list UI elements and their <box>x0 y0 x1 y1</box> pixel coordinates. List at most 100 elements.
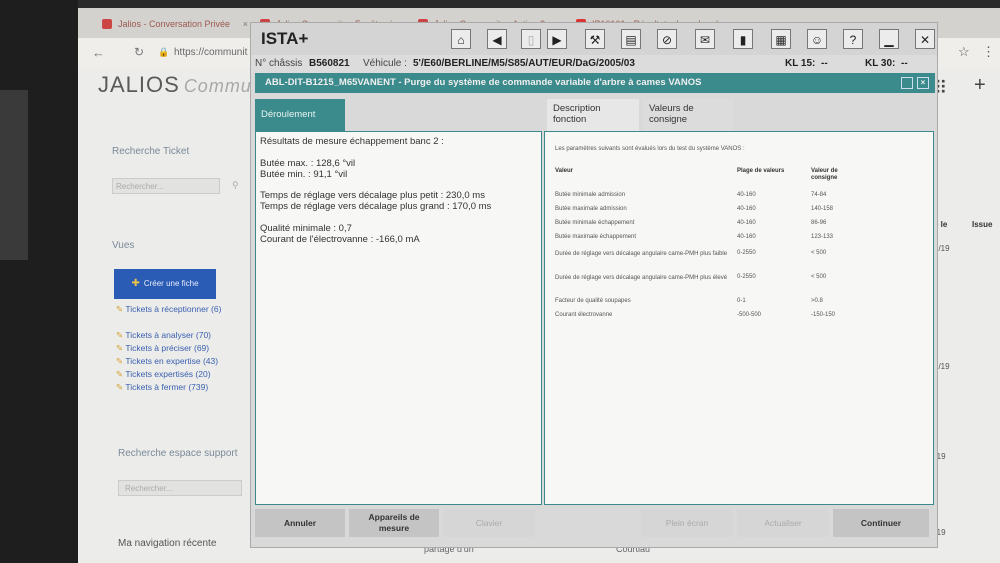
ticket-link[interactable]: ✎ Tickets à fermer (739) <box>116 382 208 393</box>
jalios-favicon-icon <box>102 19 112 29</box>
add-icon[interactable]: + <box>974 74 986 97</box>
workshop-tools-icon[interactable]: ▦ <box>771 29 791 49</box>
table-row: Butée maximale échappement 40-160 123-13… <box>555 234 925 248</box>
minimize-icon[interactable]: ▁ <box>879 29 899 49</box>
ticket-link[interactable]: ✎ Tickets à réceptionner (6) <box>116 304 221 315</box>
lock-icon: 🔒 <box>158 47 170 57</box>
procedure-title: ABL-DIT-B1215_M65VANENT - Purge du systè… <box>265 77 702 88</box>
background-window <box>0 90 28 260</box>
wrench-icon[interactable]: ⚒ <box>585 29 605 49</box>
recent-nav-title: Ma navigation récente <box>118 538 217 549</box>
bookmark-star-icon[interactable]: ☆ <box>958 44 970 60</box>
create-fiche-button[interactable]: ✚ Créer une fiche <box>114 269 216 299</box>
vues-title: Vues <box>112 240 135 251</box>
help-icon[interactable]: ? <box>843 29 863 49</box>
values-header: Plage de valeurs <box>737 168 785 174</box>
values-header: Valeur de consigne <box>811 168 838 181</box>
keyboard-button[interactable]: Clavier <box>443 509 535 537</box>
table-row: Butée minimale admission 40-160 74-84 <box>555 192 925 206</box>
result-line: Courant de l'électrovanne : -166,0 mA <box>260 234 420 245</box>
ista-window: ISTA+ ⌂ ◀ ▯ ▶ ⚒ ▤ ⊘ ✉ ▮ ▦ ☺ ? ▁ ✕ N° châ… <box>250 22 938 548</box>
measuring-devices-button[interactable]: Appareils de mesure <box>349 509 439 537</box>
kl30-label: KL 30: <box>865 58 896 69</box>
value-range: 40-160 <box>737 220 756 226</box>
battery-icon[interactable]: ▮ <box>733 29 753 49</box>
value-setpoint: 123-133 <box>811 234 834 240</box>
table-row: Butée maximale admission 40-160 140-158 <box>555 206 925 220</box>
tab-description[interactable]: Description fonction <box>547 99 639 131</box>
result-line: Temps de réglage vers décalage plus gran… <box>260 201 492 212</box>
tab-valeurs-consigne[interactable]: Valeurs de consigne <box>643 99 733 131</box>
search-icon[interactable]: ⚲ <box>232 180 239 191</box>
reload-icon[interactable]: ↻ <box>134 45 144 59</box>
back-icon[interactable]: ← <box>92 45 105 60</box>
vehicle-value: 5'/E60/BERLINE/M5/S85/AUT/EUR/DaG/2005/0… <box>413 58 635 69</box>
value-range: 40-160 <box>737 234 756 240</box>
ticket-link[interactable]: ✎ Tickets à analyser (70) <box>116 330 211 341</box>
home-icon[interactable]: ⌂ <box>451 29 471 49</box>
tab-deroulement[interactable]: Déroulement <box>255 99 345 131</box>
ticket-link[interactable]: ✎ Tickets à préciser (69) <box>116 343 209 354</box>
ticket-icon: ✎ <box>116 356 124 366</box>
value-setpoint: >0.8 <box>811 298 823 304</box>
continue-button[interactable]: Continuer <box>833 509 929 537</box>
values-intro: Les paramètres suivants sont évalués lor… <box>555 146 745 152</box>
value-name: Durée de réglage vers décalage angulaire… <box>555 275 728 281</box>
value-name: Durée de réglage vers décalage angulaire… <box>555 251 728 257</box>
ticket-icon: ✎ <box>116 330 124 340</box>
ticket-link[interactable]: ✎ Tickets expertisés (20) <box>116 369 211 380</box>
forward-icon[interactable]: ▶ <box>547 29 567 49</box>
mail-icon[interactable]: ✉ <box>695 29 715 49</box>
close-tab-icon[interactable]: × <box>243 12 248 36</box>
ticket-link[interactable]: ✎ Tickets en expertise (43) <box>116 356 218 367</box>
value-setpoint: 140-158 <box>811 206 834 212</box>
user-icon[interactable]: ☺ <box>807 29 827 49</box>
value-name: Facteur de qualité soupapes <box>555 298 631 304</box>
procedure-tabs: Déroulement Description fonction Valeurs… <box>255 95 935 131</box>
window-close-icon[interactable]: × <box>917 77 929 89</box>
measure-icon[interactable]: ⊘ <box>657 29 677 49</box>
vehicle-label: Véhicule : <box>363 58 407 69</box>
search-ticket-input[interactable]: Rechercher... <box>112 178 220 194</box>
document-icon[interactable]: ▯ <box>521 29 541 49</box>
chassis-value: B560821 <box>309 58 350 69</box>
menu-dots-icon[interactable]: ⋮ <box>982 44 995 60</box>
workshop-icon[interactable]: ▤ <box>621 29 641 49</box>
value-range: 40-160 <box>737 192 756 198</box>
back-icon[interactable]: ◀ <box>487 29 507 49</box>
support-search-input[interactable]: Rechercher... <box>118 480 242 496</box>
table-row: Butée minimale échappement 40-160 86-96 <box>555 220 925 234</box>
support-search-title: Recherche espace support <box>118 448 238 459</box>
action-bar: Annuler Appareils de mesure Clavier Plei… <box>251 507 937 547</box>
value-setpoint: 86-96 <box>811 220 827 226</box>
ista-toolbar: ISTA+ ⌂ ◀ ▯ ▶ ⚒ ▤ ⊘ ✉ ▮ ▦ ☺ ? ▁ ✕ <box>251 23 937 55</box>
kl15-value: -- <box>821 58 828 69</box>
value-range: 0-2550 <box>737 250 756 256</box>
kl15-label: KL 15: <box>785 58 816 69</box>
result-line: Temps de réglage vers décalage plus peti… <box>260 190 485 201</box>
result-line: Butée min. : 91,1 °vil <box>260 169 348 180</box>
value-setpoint: 74-84 <box>811 192 827 198</box>
address-bar[interactable]: https://communit <box>174 47 247 58</box>
table-row: Courant électrovanne -500-500 -150-150 <box>555 312 925 326</box>
screen-bezel <box>0 0 78 563</box>
value-setpoint: -150-150 <box>811 312 836 318</box>
kl30-value: -- <box>901 58 908 69</box>
refresh-button[interactable]: Actualiser <box>737 509 829 537</box>
browser-tab[interactable]: Jalios - Conversation Privée × <box>96 12 256 36</box>
results-panel: Résultats de mesure échappement banc 2 :… <box>255 131 542 505</box>
value-range: 0-2550 <box>737 274 756 280</box>
close-icon[interactable]: ✕ <box>915 29 935 49</box>
value-setpoint: < 500 <box>811 274 827 280</box>
results-heading: Résultats de mesure échappement banc 2 : <box>260 136 444 147</box>
cancel-button[interactable]: Annuler <box>255 509 345 537</box>
chassis-label: N° châssis <box>255 58 303 69</box>
value-name: Butée minimale échappement <box>555 220 635 226</box>
window-restore-icon[interactable] <box>901 77 913 89</box>
fullscreen-button[interactable]: Plein écran <box>641 509 733 537</box>
ticket-icon: ✎ <box>116 382 124 392</box>
value-name: Courant électrovanne <box>555 312 613 318</box>
values-panel: Les paramètres suivants sont évalués lor… <box>544 131 934 505</box>
ticket-icon: ✎ <box>116 304 124 314</box>
jalios-logo: JALIOS Communi <box>98 72 268 97</box>
